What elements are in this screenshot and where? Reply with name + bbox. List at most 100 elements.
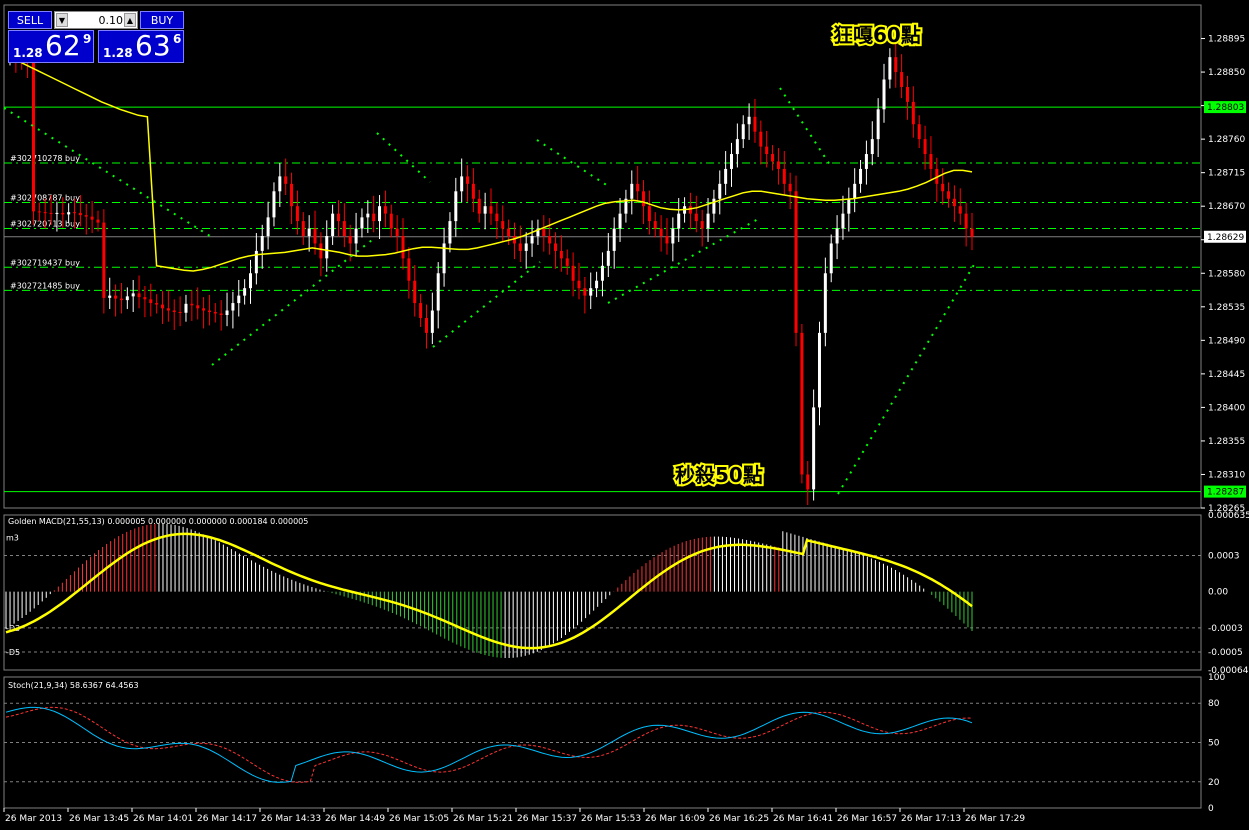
candle-body — [952, 198, 956, 207]
price-tick-label: 1.28310 — [1208, 470, 1245, 480]
candle-body — [911, 101, 915, 125]
candle-body — [249, 273, 252, 289]
macd-panel[interactable]: Golden MACD(21,55,13) 0.000005 0.000000 … — [4, 511, 1249, 676]
candle-body — [600, 265, 604, 281]
dotted-trend-line — [432, 261, 541, 348]
stoch-tick-label: 50 — [1208, 739, 1220, 749]
time-tick-label: 26 Mar 14:33 — [261, 814, 321, 824]
candle-body — [61, 212, 65, 215]
price-tag-label: 1.28629 — [1207, 233, 1244, 243]
candle-body — [466, 176, 470, 184]
dotted-trend-line — [779, 87, 831, 166]
candle-body — [917, 124, 921, 140]
candle-body — [747, 116, 751, 125]
panel-frames — [3, 4, 1202, 809]
lot-size-stepper[interactable]: ▼ ▲ — [54, 11, 138, 29]
candle-body — [653, 221, 657, 229]
sell-button[interactable]: SELL — [8, 11, 52, 29]
candle-body — [125, 296, 129, 301]
candle-body — [665, 236, 669, 244]
candle-body — [73, 212, 77, 214]
candle-body — [55, 212, 59, 214]
candle-body — [448, 221, 452, 244]
stoch-signal-line — [5, 706, 973, 783]
candle-body — [184, 303, 188, 313]
candle-body — [788, 183, 792, 192]
candle-body — [718, 183, 722, 199]
candle-body — [688, 206, 692, 214]
candle-body — [905, 86, 909, 102]
candle-body — [202, 308, 206, 311]
price-tick-label: 1.28850 — [1208, 68, 1245, 78]
lot-size-input[interactable] — [69, 12, 125, 28]
stoch-frame — [3, 676, 1202, 809]
time-tick-label: 26 Mar 15:05 — [389, 814, 449, 824]
price-tick-label: 1.28445 — [1208, 370, 1245, 380]
candle-body — [290, 183, 294, 207]
candle-body — [565, 258, 569, 266]
candle-body — [888, 57, 892, 80]
candle-body — [207, 310, 211, 313]
candle-body — [853, 183, 857, 199]
price-axis: 1.288951.288501.288051.287601.287151.286… — [1201, 35, 1246, 514]
candle-body — [114, 295, 118, 299]
candle-body — [741, 124, 745, 140]
candle-body — [407, 258, 411, 281]
candle-body — [776, 161, 780, 169]
main-chart[interactable]: #302710278 buy#302708787 buy#302720713 b… — [3, 39, 1201, 506]
candle-body — [471, 183, 475, 199]
lot-decrease-icon[interactable]: ▼ — [56, 13, 68, 27]
candle-body — [671, 228, 675, 244]
buy-button[interactable]: BUY — [140, 11, 184, 29]
macd-side-label: -D5 — [6, 648, 20, 657]
candle-body — [360, 217, 364, 229]
candle-body — [325, 236, 329, 259]
candle-body — [354, 228, 358, 244]
stoch-panel[interactable]: Stoch(21,9,34) 58.6367 64.4563 100 80 50 20 0 — [4, 673, 1225, 814]
candle-body — [67, 212, 71, 215]
candle-body — [606, 250, 610, 266]
candle-body — [612, 228, 616, 251]
price-tick-label: 1.28580 — [1208, 269, 1245, 279]
candle-body — [501, 221, 505, 229]
candle-body — [794, 191, 798, 333]
candle-body — [372, 213, 376, 222]
stoch-tick-label: 0 — [1208, 804, 1214, 814]
candle-body — [383, 206, 387, 214]
chart-canvas[interactable]: #302710278 buy#302708787 buy#302720713 b… — [0, 0, 1249, 830]
candle-body — [782, 168, 786, 184]
candle-body — [78, 212, 82, 216]
price-tag-label: 1.28803 — [1207, 103, 1244, 113]
time-tick-label: 26 Mar 13:45 — [69, 814, 129, 824]
moving-average-line — [9, 56, 973, 272]
time-tick-label: 26 Mar 14:17 — [197, 814, 257, 824]
time-tick-label: 26 Mar 2013 — [5, 814, 62, 824]
candle-body — [424, 317, 428, 333]
candle-body — [389, 213, 393, 229]
candle-body — [196, 305, 200, 309]
candle-body — [155, 303, 159, 305]
lot-increase-icon[interactable]: ▲ — [124, 13, 136, 27]
candle-body — [266, 217, 270, 237]
time-tick-label: 26 Mar 17:13 — [901, 814, 961, 824]
candle-body — [724, 168, 728, 184]
candle-body — [131, 293, 135, 297]
ask-price-box[interactable]: 1.28 63 6 — [98, 29, 184, 63]
candle-body — [90, 216, 94, 220]
chart-window[interactable]: #302710278 buy #302708787 buy #302720713 b… — [0, 0, 1249, 830]
candle-body — [964, 213, 968, 229]
annotation-spike-up: 狂嘎60點 — [833, 23, 921, 47]
candle-body — [589, 288, 593, 296]
time-tick-label: 26 Mar 16:09 — [645, 814, 705, 824]
candle-body — [178, 312, 182, 314]
candle-body — [31, 60, 35, 212]
candle-body — [84, 215, 88, 217]
candle-body — [524, 243, 528, 251]
time-tick-label: 26 Mar 16:41 — [773, 814, 833, 824]
bid-price-box[interactable]: 1.28 62 9 — [8, 29, 94, 63]
candle-body — [489, 206, 493, 214]
macd-side-label: m3 — [6, 533, 19, 542]
candle-body — [900, 72, 904, 87]
candle-body — [336, 213, 340, 222]
candle-body — [941, 183, 945, 192]
